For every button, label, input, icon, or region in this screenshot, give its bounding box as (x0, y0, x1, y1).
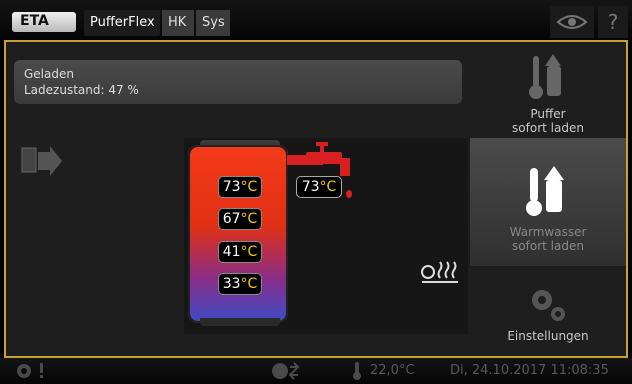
tank-temp-4: 33°C (218, 273, 262, 295)
temp-value: 73 (301, 179, 320, 195)
tab-sys[interactable]: Sys (196, 10, 230, 36)
status-line2: Ladezustand: 47 % (24, 83, 139, 97)
date-time: Di, 24.10.2017 11:08:35 (450, 363, 609, 378)
buffer-charge-button[interactable]: Puffer sofort laden (470, 42, 626, 138)
settings-button[interactable]: Einstellungen (470, 266, 626, 356)
temp-value: 73 (222, 179, 241, 195)
warmwater-charge-label2: sofort laden (512, 239, 584, 253)
settings-label: Einstellungen (507, 329, 589, 343)
temp-unit: °C (240, 179, 258, 195)
status-line1: Geladen (24, 67, 74, 81)
buffer-tank (188, 145, 288, 323)
tap-temp: 73°C (296, 176, 342, 198)
tank-base (200, 318, 280, 326)
temp-unit: °C (240, 244, 258, 260)
tab-hk[interactable]: HK (162, 10, 194, 36)
ambient-temperature: 22,0°C (370, 363, 415, 378)
bottom-bar: 22,0°C Di, 24.10.2017 11:08:35 (0, 358, 632, 384)
logo-text: ETA (20, 13, 49, 29)
heating-circuit-icon (421, 261, 458, 283)
help-button[interactable]: ? (598, 6, 628, 38)
network-globe-icon[interactable] (270, 361, 302, 381)
view-eye-button[interactable] (550, 6, 594, 38)
tank-temp-2: 67°C (218, 208, 262, 230)
top-bar: ETA PufferFlex HK Sys ? (0, 0, 632, 40)
warmwater-charge-button[interactable]: Warmwasser sofort laden (470, 138, 626, 266)
eye-icon (556, 15, 588, 29)
action-column: Puffer sofort laden Warmwasser sofort la… (470, 42, 626, 356)
buffer-charge-label1: Puffer (530, 107, 566, 121)
temp-unit: °C (240, 211, 258, 227)
arrow-right-icon[interactable] (20, 144, 64, 178)
temp-value: 67 (222, 211, 241, 227)
gears-icon (532, 290, 565, 321)
eta-logo: ETA (12, 12, 76, 32)
tab-pufferflex[interactable]: PufferFlex (84, 10, 160, 36)
thermometer-icon (353, 362, 361, 380)
tank-temp-3: 41°C (218, 241, 262, 263)
thermometer-hand-icon (529, 54, 561, 99)
temp-unit: °C (240, 276, 258, 292)
temp-value: 33 (222, 276, 241, 292)
buffer-charge-label2: sofort laden (512, 121, 584, 135)
thermometer-hand-icon (526, 166, 564, 216)
warmwater-charge-label1: Warmwasser (509, 225, 587, 239)
temp-unit: °C (319, 179, 337, 195)
system-settings-icon[interactable] (14, 361, 50, 381)
tank-temp-1: 73°C (218, 176, 262, 198)
temp-value: 41 (222, 244, 241, 260)
status-box: Geladen Ladezustand: 47 % (14, 60, 462, 104)
help-label: ? (607, 10, 619, 34)
